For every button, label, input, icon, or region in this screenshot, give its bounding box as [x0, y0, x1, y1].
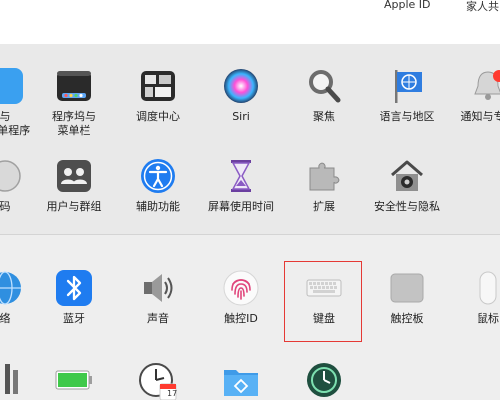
partial-icon	[0, 160, 21, 192]
pane-label: 用户与群组	[46, 200, 102, 213]
hourglass-icon	[231, 160, 251, 192]
users-icon	[57, 160, 91, 192]
keyboard-highlight-box	[284, 261, 362, 342]
pane-label: Siri	[232, 110, 250, 123]
pane-label: 安全性与隐私	[374, 200, 440, 213]
puzzle-icon	[309, 162, 340, 191]
pane-label-2: 菜单栏	[57, 124, 91, 137]
pane-label: 辅助功能	[136, 200, 180, 213]
time-machine-icon	[307, 363, 341, 397]
flag-globe-icon	[395, 70, 422, 103]
pane-label: 扩展	[313, 200, 335, 213]
mouse-icon	[479, 271, 497, 305]
family-link[interactable]: 家人共	[466, 0, 499, 14]
trackpad-icon	[390, 273, 424, 303]
calendar-day: 17	[167, 389, 178, 398]
pane-label: 通知与专注	[460, 110, 500, 123]
pane-label: 蓝牙	[63, 312, 85, 325]
house-icon	[391, 160, 423, 191]
bluetooth-icon	[56, 270, 92, 306]
accessibility-icon	[141, 159, 175, 193]
pane-label: 声音	[147, 312, 169, 325]
magnifier-icon	[309, 70, 341, 103]
mission-control-icon	[141, 71, 175, 101]
pane-label: 调度中心	[136, 110, 180, 123]
pane-label: 触控ID	[224, 312, 258, 325]
speaker-icon	[144, 274, 173, 302]
pane-label: 聚焦	[313, 110, 335, 123]
partial-blue-icon	[0, 68, 23, 104]
pane-label: 程序坞与	[52, 110, 96, 123]
apple-id-link[interactable]: Apple ID	[384, 0, 431, 11]
bell-icon	[474, 70, 500, 100]
pane-label: 鼠标	[477, 312, 499, 325]
fingerprint-icon	[223, 270, 259, 306]
printer-icon	[5, 364, 18, 394]
top-bar: Apple ID 家人共	[0, 0, 500, 44]
folder-icon	[224, 370, 258, 396]
battery-icon	[55, 370, 92, 390]
dock-icon	[57, 71, 91, 101]
globe-icon	[0, 271, 21, 305]
siri-icon	[224, 69, 258, 103]
pane-label: 屏幕使用时间	[208, 200, 274, 213]
